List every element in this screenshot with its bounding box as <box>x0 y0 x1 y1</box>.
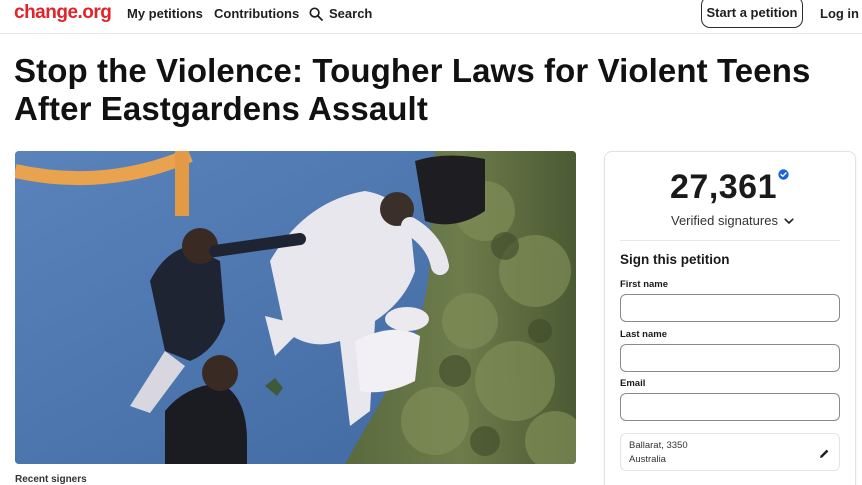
sign-petition-heading: Sign this petition <box>620 252 730 267</box>
change-org-logo[interactable]: change.org <box>14 2 112 24</box>
verified-signatures-label: Verified signatures <box>671 213 778 228</box>
location-city: Ballarat, 3350 <box>629 440 688 451</box>
location-country: Australia <box>629 454 666 465</box>
signature-count: 27,361 <box>670 168 777 206</box>
card-divider <box>620 240 840 241</box>
location-box[interactable] <box>620 433 840 471</box>
email-field[interactable] <box>620 393 840 421</box>
nav-search[interactable]: Search <box>309 6 372 21</box>
nav-my-petitions[interactable]: My petitions <box>127 6 203 21</box>
petition-title: Stop the Violence: Tougher Laws for Viol… <box>14 52 811 127</box>
start-petition-button[interactable]: Start a petition <box>701 0 803 28</box>
verified-signatures-toggle[interactable]: Verified signatures <box>671 213 794 228</box>
recent-signers-heading: Recent signers <box>15 474 87 485</box>
email-label: Email <box>620 378 646 389</box>
chevron-down-icon <box>784 213 794 228</box>
login-link[interactable]: Log in <box>820 6 859 21</box>
last-name-field[interactable] <box>620 344 840 372</box>
last-name-label: Last name <box>620 329 667 340</box>
top-navigation: change.org My petitions Contributions Se… <box>0 0 862 34</box>
search-icon <box>309 6 323 21</box>
petition-hero-image[interactable] <box>15 151 576 464</box>
first-name-label: First name <box>620 279 669 290</box>
pencil-icon[interactable] <box>819 446 830 464</box>
search-label: Search <box>329 6 373 21</box>
verified-badge-icon <box>778 167 789 185</box>
nav-contributions[interactable]: Contributions <box>214 6 299 21</box>
first-name-field[interactable] <box>620 294 840 322</box>
